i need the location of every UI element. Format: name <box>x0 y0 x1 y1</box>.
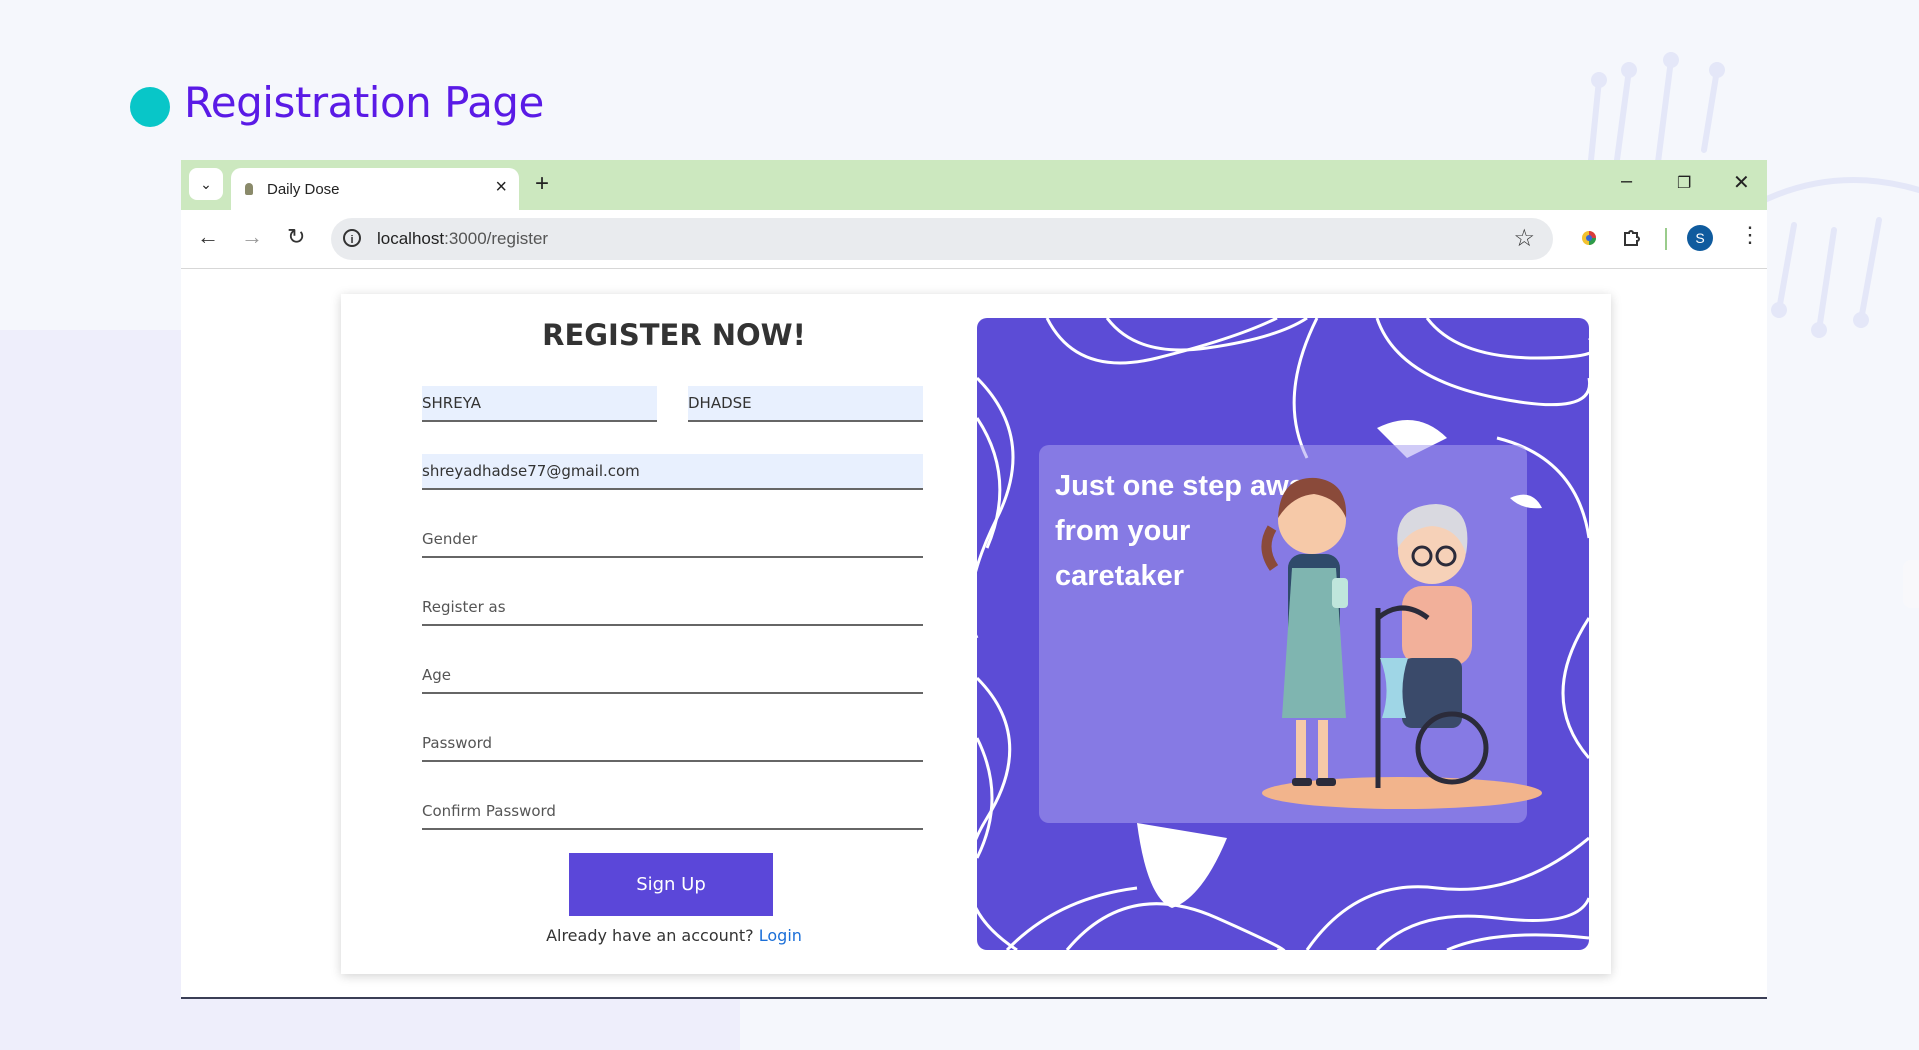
back-icon[interactable]: ← <box>197 224 219 250</box>
url-text: localhost:3000/register <box>377 229 548 249</box>
extensions-puzzle-icon[interactable] <box>1621 226 1643 248</box>
last-name-input[interactable] <box>688 386 923 422</box>
side-panel-toggle[interactable]: ›‹ <box>1903 560 1919 608</box>
register-as-input[interactable] <box>422 590 923 626</box>
bullet-dot <box>130 86 170 127</box>
first-name-input[interactable] <box>422 386 657 422</box>
email-input[interactable] <box>422 454 923 490</box>
tab-title: Daily Dose <box>267 180 340 198</box>
gender-input[interactable] <box>422 522 923 558</box>
address-bar[interactable]: i localhost:3000/register ☆ <box>331 218 1553 260</box>
account-prompt-text: Already have an account? <box>546 926 754 945</box>
url-path: :3000/register <box>444 229 549 248</box>
tab-bar: ⌄ Daily Dose × + – ❐ ✕ <box>181 160 1767 210</box>
more-menu-icon[interactable]: ⋮ <box>1739 222 1761 248</box>
close-tab-icon[interactable]: × <box>495 176 507 199</box>
password-input[interactable] <box>422 726 923 762</box>
caretaker-illustration <box>1261 477 1542 809</box>
login-prompt: Already have an account? Login <box>341 926 1007 945</box>
site-info-icon[interactable]: i <box>343 229 361 247</box>
toolbar-separator <box>1665 228 1667 250</box>
new-tab-icon[interactable]: + <box>535 170 549 198</box>
page-title: Registration Page <box>184 78 544 127</box>
promo-panel: Just one step away from your caretaker <box>977 318 1589 950</box>
tab-search-button[interactable]: ⌄ <box>189 168 223 200</box>
slide-title: Registration Page <box>130 78 544 127</box>
favicon-icon <box>245 183 253 195</box>
minimize-icon[interactable]: – <box>1621 170 1632 193</box>
restore-icon[interactable]: ❐ <box>1677 173 1691 193</box>
browser-tab[interactable]: Daily Dose × <box>231 168 519 210</box>
age-input[interactable] <box>422 658 923 694</box>
reload-icon[interactable]: ↻ <box>287 224 305 250</box>
profile-avatar[interactable]: S <box>1687 225 1713 251</box>
close-window-icon[interactable]: ✕ <box>1733 170 1750 195</box>
browser-toolbar: ← → ↻ i localhost:3000/register ☆ S ⋮ <box>181 210 1767 269</box>
url-host: localhost <box>377 229 445 248</box>
forward-icon[interactable]: → <box>241 224 263 250</box>
browser-window: ⌄ Daily Dose × + – ❐ ✕ ← → ↻ i localhost… <box>181 160 1919 999</box>
extension-color-icon[interactable] <box>1579 228 1599 248</box>
chevron-down-icon: ⌄ <box>200 175 212 192</box>
confirm-password-input[interactable] <box>422 794 923 830</box>
form-heading: REGISTER NOW! <box>542 318 806 352</box>
background-shape-left <box>0 330 190 1050</box>
sign-up-button[interactable]: Sign Up <box>569 853 773 916</box>
bookmark-star-icon[interactable]: ☆ <box>1513 224 1535 253</box>
login-link[interactable]: Login <box>759 926 802 945</box>
register-card: REGISTER NOW! Sign Up Already have an ac… <box>341 294 1611 974</box>
